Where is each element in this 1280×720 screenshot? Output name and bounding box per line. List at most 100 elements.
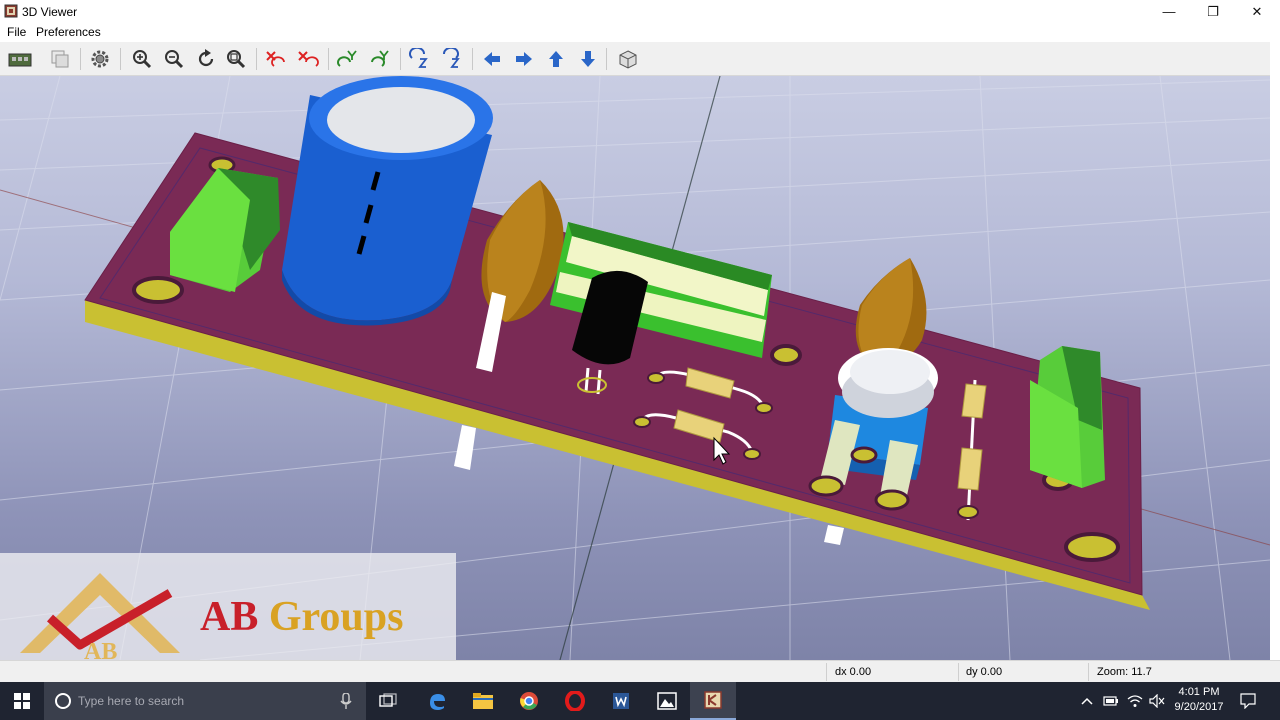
menu-bar: File Preferences xyxy=(0,23,1280,41)
maximize-button[interactable]: ❐ xyxy=(1190,0,1236,23)
redraw-button[interactable] xyxy=(192,45,220,73)
toolbar-separator xyxy=(606,48,607,70)
move-left-icon xyxy=(484,52,500,66)
tray-wifi[interactable] xyxy=(1124,682,1146,720)
reload-board-icon xyxy=(8,53,32,67)
action-center-button[interactable] xyxy=(1232,682,1264,720)
brand-watermark: AB AB Groups xyxy=(0,553,456,660)
task-view-button[interactable] xyxy=(366,682,412,720)
zoom-fit-icon xyxy=(227,50,246,69)
title-bar: 3D Viewer — ❐ ✕ xyxy=(0,0,1280,23)
ortho-view-icon xyxy=(619,50,637,69)
kicad-app-icon xyxy=(4,4,18,18)
status-zoom: Zoom: 11.7 xyxy=(1097,666,1152,678)
tray-battery[interactable] xyxy=(1100,682,1122,720)
taskbar-clock[interactable]: 4:01 PM 9/20/2017 xyxy=(1168,685,1230,715)
kicad-icon xyxy=(704,691,722,709)
settings-button[interactable] xyxy=(86,45,114,73)
chrome-icon xyxy=(520,692,538,710)
component-lead xyxy=(824,525,844,545)
mounting-hole xyxy=(132,276,184,304)
windows-taskbar: Type here to search 4:01 PM 9/20/2017 xyxy=(0,682,1280,720)
menu-preferences[interactable]: Preferences xyxy=(36,25,101,39)
clock-time: 4:01 PM xyxy=(1178,686,1220,698)
status-separator xyxy=(958,663,959,681)
task-view-icon xyxy=(379,693,397,707)
terminal-block-right xyxy=(1030,346,1105,488)
settings-icon xyxy=(91,50,109,68)
close-button[interactable]: ✕ xyxy=(1234,0,1280,23)
toolbar-separator xyxy=(256,48,257,70)
ab-groups-logo-icon: AB xyxy=(20,573,180,660)
start-button[interactable] xyxy=(0,682,44,720)
mounting-hole xyxy=(1064,532,1120,562)
taskbar-file-explorer[interactable] xyxy=(460,682,506,720)
reload-board-button[interactable] xyxy=(6,45,34,73)
battery-icon xyxy=(1103,696,1118,706)
pad xyxy=(770,344,802,366)
move-left-button[interactable] xyxy=(478,45,506,73)
redraw-icon xyxy=(198,49,214,67)
toolbar-separator xyxy=(120,48,121,70)
rotate-z-cw-button[interactable] xyxy=(406,45,434,73)
move-up-icon xyxy=(549,51,563,67)
rotate-y-cw-button[interactable] xyxy=(334,45,362,73)
photos-icon xyxy=(657,692,677,710)
ortho-view-button[interactable] xyxy=(614,45,642,73)
tray-chevron[interactable] xyxy=(1078,682,1096,720)
toolbar-separator xyxy=(80,48,81,70)
move-down-button[interactable] xyxy=(574,45,602,73)
zoom-in-button[interactable] xyxy=(128,45,156,73)
taskbar-edge[interactable] xyxy=(414,682,460,720)
vertical-scrollbar[interactable] xyxy=(1270,42,1280,660)
rotate-y-ccw-button[interactable] xyxy=(366,45,394,73)
rotate-y-cw-icon xyxy=(337,50,357,67)
toolbar xyxy=(0,42,1280,76)
rotate-y-ccw-icon xyxy=(371,50,389,67)
rotate-z-ccw-icon xyxy=(442,48,460,68)
clock-date: 9/20/2017 xyxy=(1174,701,1224,713)
zoom-out-button[interactable] xyxy=(160,45,188,73)
cortana-icon xyxy=(55,693,71,709)
logo-text: AB xyxy=(84,639,117,660)
toolbar-separator xyxy=(472,48,473,70)
zoom-fit-button[interactable] xyxy=(222,45,250,73)
move-right-button[interactable] xyxy=(510,45,538,73)
move-down-icon xyxy=(581,51,595,67)
word-icon xyxy=(613,693,629,709)
taskbar-opera[interactable] xyxy=(552,682,598,720)
taskbar-word[interactable] xyxy=(598,682,644,720)
status-dy: dy 0.00 xyxy=(966,666,1003,678)
folder-icon xyxy=(473,693,493,709)
notification-icon xyxy=(1240,693,1256,709)
taskbar-kicad[interactable] xyxy=(690,682,736,720)
rotate-z-ccw-button[interactable] xyxy=(438,45,466,73)
tray-volume[interactable] xyxy=(1146,682,1168,720)
taskbar-search-box[interactable]: Type here to search xyxy=(44,682,366,720)
rotate-x-cw-icon xyxy=(266,51,285,67)
menu-file[interactable]: File xyxy=(7,25,26,39)
window-title: 3D Viewer xyxy=(22,5,78,19)
taskbar-chrome[interactable] xyxy=(506,682,552,720)
volume-muted-icon xyxy=(1149,694,1165,708)
status-dx: dx 0.00 xyxy=(835,666,872,678)
brand-name: AB Groups xyxy=(200,593,403,641)
copy-image-icon xyxy=(51,50,69,68)
wifi-icon xyxy=(1127,695,1143,707)
brand-groups: Groups xyxy=(268,594,404,640)
rotate-x-ccw-icon xyxy=(298,51,319,67)
taskbar-photos[interactable] xyxy=(644,682,690,720)
chevron-up-icon xyxy=(1081,697,1093,705)
status-bar: dx 0.00 dy 0.00 Zoom: 11.7 xyxy=(0,660,1280,682)
rotate-x-cw-button[interactable] xyxy=(262,45,290,73)
minimize-button[interactable]: — xyxy=(1146,0,1192,23)
move-up-button[interactable] xyxy=(542,45,570,73)
status-separator xyxy=(1088,663,1089,681)
copy-image-button[interactable] xyxy=(46,45,74,73)
brand-ab: AB xyxy=(200,594,259,640)
microphone-icon[interactable] xyxy=(340,693,352,709)
rotate-z-cw-icon xyxy=(409,48,428,68)
rotate-x-ccw-button[interactable] xyxy=(294,45,322,73)
zoom-in-icon xyxy=(133,50,152,69)
search-placeholder: Type here to search xyxy=(78,694,185,708)
